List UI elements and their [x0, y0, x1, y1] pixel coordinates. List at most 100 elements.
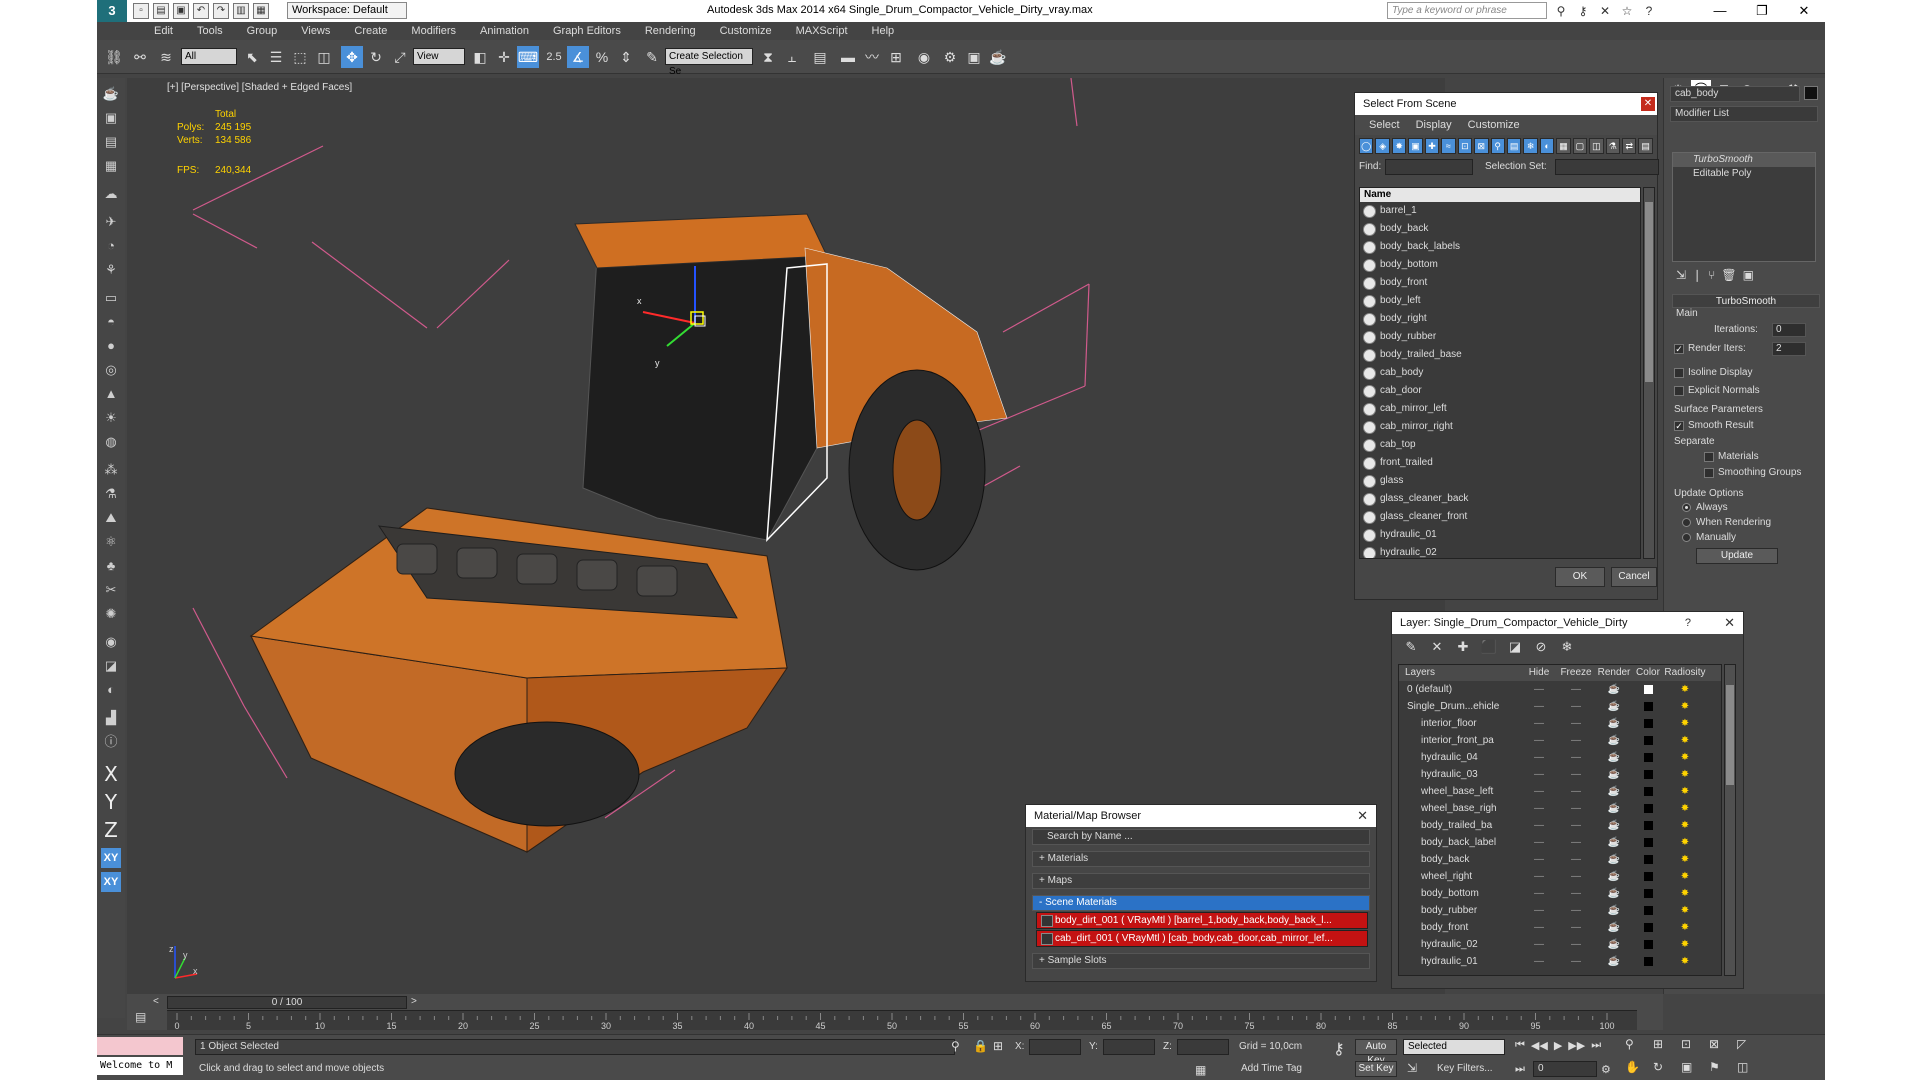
hidden-filter-icon[interactable]: ◐ [1539, 138, 1555, 154]
earth-icon[interactable]: ◐ [101, 680, 121, 700]
curve-editor-mini-icon[interactable]: ▤ [135, 1010, 146, 1024]
layer-row[interactable]: body_bottom — — ☕ ✸ [1399, 885, 1721, 902]
layer-render-toggle[interactable]: ☕ [1595, 783, 1633, 800]
layer-row[interactable]: body_rubber — — ☕ ✸ [1399, 902, 1721, 919]
layer-name[interactable]: wheel_right [1399, 868, 1521, 885]
layer-hide-toggle[interactable]: — [1521, 885, 1557, 902]
layer-row[interactable]: interior_floor — — ☕ ✸ [1399, 715, 1721, 732]
select-object-icon[interactable]: ⬉ [241, 46, 263, 68]
app-logo-icon[interactable]: 3 [97, 0, 127, 22]
material-item-body-dirt[interactable]: body_dirt_001 ( VRayMtl ) [barrel_1,body… [1036, 912, 1368, 929]
layer-color-swatch[interactable] [1633, 868, 1663, 885]
rendered-frame-window-icon[interactable]: ▣ [963, 46, 985, 68]
layer-render-toggle[interactable]: ☕ [1595, 715, 1633, 732]
layer-row[interactable]: hydraulic_03— — ☕ ✸ [1399, 766, 1721, 783]
layer-name[interactable]: body_front [1399, 919, 1521, 936]
constrain-xy-cycle-button[interactable]: XY [101, 872, 121, 892]
render-iters-spinner[interactable]: 2 [1772, 342, 1806, 356]
layer-freeze-toggle[interactable]: — [1557, 732, 1595, 749]
delete-layer-icon[interactable]: ✕ [1428, 638, 1446, 656]
zoom-extents-all-icon[interactable]: ⊠ [1709, 1037, 1731, 1058]
layer-color-swatch[interactable] [1633, 902, 1663, 919]
scene-object-row[interactable]: glass [1360, 472, 1640, 490]
create-layer-icon[interactable]: ✎ [1402, 638, 1420, 656]
layer-render-toggle[interactable]: ☕ [1595, 698, 1633, 715]
play-icon[interactable]: ▶ [1554, 1039, 1562, 1052]
select-and-move-icon[interactable]: ✥ [341, 46, 363, 68]
select-by-name-icon[interactable]: ☰ [265, 46, 287, 68]
teapot-icon[interactable]: ☕ [101, 84, 121, 104]
layer-name[interactable]: wheel_base_left [1399, 783, 1521, 800]
project-folder-icon[interactable]: ▦ [253, 3, 269, 19]
maximize-button[interactable]: ❐ [1741, 0, 1783, 22]
menu-edit[interactable]: Edit [142, 22, 185, 40]
time-slider[interactable]: 0 / 100 [167, 996, 407, 1009]
layer-freeze-toggle[interactable]: — [1557, 698, 1595, 715]
add-time-tag[interactable]: Add Time Tag [1241, 1063, 1302, 1074]
foliage-icon[interactable]: ♣ [101, 556, 121, 576]
menu-animation[interactable]: Animation [468, 22, 541, 40]
scene-object-row[interactable]: body_right [1360, 310, 1640, 328]
menu-help[interactable]: Help [860, 22, 907, 40]
maxscript-output[interactable] [97, 1037, 183, 1055]
particles-icon[interactable]: ⁂ [101, 460, 121, 480]
constrain-xy-button[interactable]: XY [101, 848, 121, 868]
environment-icon[interactable]: ▦ [101, 156, 121, 176]
save-file-icon[interactable]: ▣ [173, 3, 189, 19]
layer-freeze-toggle[interactable]: — [1557, 800, 1595, 817]
layer-name[interactable]: hydraulic_04 [1399, 749, 1521, 766]
scene-object-row[interactable]: body_back [1360, 220, 1640, 238]
time-tag-icon[interactable]: ▦ [1195, 1063, 1206, 1077]
layer-hide-toggle[interactable]: — [1521, 749, 1557, 766]
helpers-filter-icon[interactable]: ✚ [1424, 138, 1440, 154]
layer-name[interactable]: hydraulic_02 [1399, 936, 1521, 953]
dynamics-icon[interactable]: ⚗ [101, 484, 121, 504]
hide-all-layers-icon[interactable]: ⊘ [1532, 638, 1550, 656]
layer-color-swatch[interactable] [1633, 817, 1663, 834]
layer-freeze-toggle[interactable]: — [1557, 681, 1595, 698]
maxscript-input[interactable]: Welcome to M [97, 1057, 183, 1075]
layer-freeze-toggle[interactable]: — [1557, 817, 1595, 834]
align-icon[interactable]: ⫠ [781, 46, 803, 68]
separate-smoothing-checkbox[interactable] [1704, 468, 1714, 478]
pan-icon[interactable]: ✋ [1625, 1060, 1647, 1080]
layer-freeze-toggle[interactable]: — [1557, 953, 1595, 970]
layer-freeze-toggle[interactable]: — [1557, 851, 1595, 868]
key-mode-toggle-icon[interactable]: ⏭ [1515, 1063, 1525, 1076]
key-mode-icon[interactable]: ⚷ [1333, 1039, 1345, 1059]
layer-color-swatch[interactable] [1633, 698, 1663, 715]
effects-icon[interactable]: ✺ [101, 604, 121, 624]
layer-hide-toggle[interactable]: — [1521, 800, 1557, 817]
layer-row[interactable]: wheel_base_left — — ☕ ✸ [1399, 783, 1721, 800]
scene-object-row[interactable]: body_bottom [1360, 256, 1640, 274]
hide-column[interactable]: Hide [1521, 665, 1557, 681]
layer-freeze-toggle[interactable]: — [1557, 715, 1595, 732]
layer-radiosity-toggle[interactable]: ✸ [1663, 800, 1707, 817]
render-setup-icon[interactable]: ⚙ [939, 46, 961, 68]
modifier-list-dropdown[interactable]: Modifier List [1670, 106, 1818, 122]
link-icon[interactable]: ⛓ [103, 46, 125, 68]
layer-name[interactable]: body_rubber [1399, 902, 1521, 919]
layer-color-swatch[interactable] [1633, 936, 1663, 953]
go-to-end-icon[interactable]: ⏭ [1591, 1039, 1601, 1052]
layers-column[interactable]: Layers [1399, 665, 1521, 681]
scene-object-row[interactable]: cab_mirror_right [1360, 418, 1640, 436]
layer-name[interactable]: body_back_label [1399, 834, 1521, 851]
edit-named-selection-icon[interactable]: ✎ [641, 46, 663, 68]
layer-freeze-toggle[interactable]: — [1557, 783, 1595, 800]
percent-snap-icon[interactable]: % [591, 46, 613, 68]
layer-name[interactable]: 0 (default) [1399, 681, 1521, 698]
layer-hide-toggle[interactable]: — [1521, 868, 1557, 885]
hair-icon[interactable]: ✂ [101, 580, 121, 600]
schematic-view-icon[interactable]: ⊞ [885, 46, 907, 68]
select-layer-objects-icon[interactable]: ⬛ [1480, 638, 1498, 656]
layer-row[interactable]: hydraulic_01— — ☕ ✸ [1399, 953, 1721, 970]
globe-icon[interactable]: ◉ [101, 632, 121, 652]
selection-filter-dropdown[interactable]: All [181, 48, 237, 65]
render-column[interactable]: Render [1595, 665, 1633, 681]
menu-graph-editors[interactable]: Graph Editors [541, 22, 633, 40]
layer-radiosity-toggle[interactable]: ✸ [1663, 868, 1707, 885]
always-radio[interactable] [1682, 503, 1691, 512]
zoom-all-icon[interactable]: ⊞ [1653, 1037, 1675, 1058]
snaps-toggle-icon[interactable]: 2.5 [543, 46, 565, 68]
